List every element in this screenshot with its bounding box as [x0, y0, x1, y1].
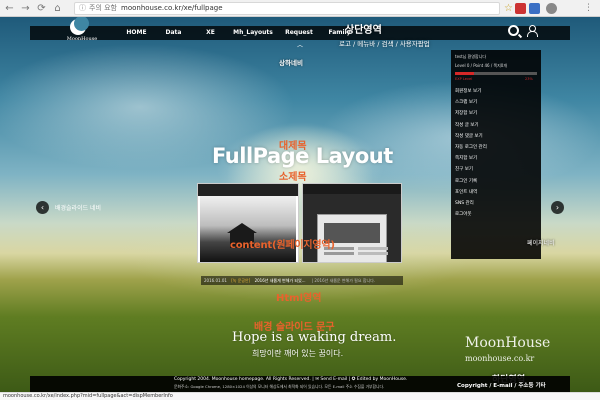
- bookmark-star-icon[interactable]: ☆: [503, 3, 514, 14]
- sub-nav-label: 상하네비: [279, 59, 303, 67]
- site-footer: Copyright 2004. Moonhouse homepage. All …: [30, 376, 570, 392]
- logo-text: MoonHouse: [66, 36, 98, 42]
- url-text: moonhouse.co.kr/xe/fullpage: [121, 4, 223, 12]
- user-menu-item-sns[interactable]: SNS 관리: [455, 198, 487, 209]
- user-popup-panel: test님 환영합니다 Level 0 / Point 46 / 쪽지0개 EX…: [451, 50, 541, 259]
- section-up-nav[interactable]: ︿: [288, 43, 312, 49]
- exp-progress-bar: [455, 72, 537, 75]
- search-icon[interactable]: [508, 25, 519, 36]
- bg-slide-nav-label: 배경슬라이드 네비: [55, 205, 102, 212]
- content-slide-2[interactable]: [302, 183, 402, 263]
- site-logo[interactable]: MoonHouse: [62, 17, 102, 47]
- menu-item-request[interactable]: Request: [277, 26, 321, 40]
- user-menu-item-scrap[interactable]: 스크랩 보기: [455, 97, 487, 108]
- hero-title: FullPage Layout: [212, 144, 393, 168]
- moon-logo-icon: [70, 17, 89, 35]
- slogan-korean: 희망이란 깨어 있는 꿈이다.: [252, 349, 344, 358]
- chevron-left-icon[interactable]: ‹: [36, 201, 49, 214]
- top-region-label: 상단영역: [345, 25, 382, 36]
- user-level: Level 0 / Point 46 / 쪽지0개: [455, 63, 508, 68]
- slide-image: [303, 194, 401, 262]
- user-icon[interactable]: [526, 25, 538, 37]
- small-heading-label: 소제목: [279, 172, 307, 183]
- ticker-text[interactable]: 2016년 새롭게 변해가 되었...: [255, 278, 306, 283]
- reload-icon[interactable]: ⟳: [36, 3, 47, 14]
- address-bar[interactable]: ⓘ 주의 요함 moonhouse.co.kr/xe/fullpage: [74, 2, 500, 15]
- slide-image: [200, 196, 296, 262]
- menu-item-mh-layouts[interactable]: Mh_Layouts: [229, 26, 277, 40]
- ticker-date: 2016.01.01: [204, 278, 227, 283]
- exp-percent: 23%: [525, 77, 533, 81]
- menu-item-xe[interactable]: XE: [192, 26, 229, 40]
- footer-copyright: Copyright 2004. Moonhouse homepage. All …: [174, 377, 408, 382]
- browser-status-bar: moonhouse.co.kr/xe/index.php?mid=fullpag…: [0, 392, 600, 400]
- notice-ticker[interactable]: 2016.01.01 [녹 운공안] 2016년 새롭게 변해가 되었... |…: [201, 276, 403, 285]
- menu-item-home[interactable]: HOME: [118, 26, 155, 40]
- page-nav-label: 페이지네비: [527, 240, 555, 247]
- user-menu-item-member-info[interactable]: 회원정보 보기: [455, 86, 487, 97]
- user-menu-item-auto-login[interactable]: 자동 로그인 관리: [455, 142, 487, 153]
- exp-progress-fill: [455, 72, 474, 75]
- home-icon[interactable]: ⌂: [52, 3, 63, 14]
- main-menu: HOME Data XE Mh_Layouts Request Family: [118, 26, 358, 40]
- ticker-tag: [녹 운공안]: [231, 278, 251, 283]
- top-region-sub-label: 로고 / 메뉴바 / 검색 / 사용자팝업: [339, 40, 430, 48]
- user-menu-item-friends[interactable]: 친구 보기: [455, 164, 487, 175]
- extension-icon[interactable]: [529, 3, 540, 14]
- exp-label: EXP Level: [455, 77, 473, 81]
- chevron-up-icon[interactable]: ︿: [288, 43, 312, 49]
- user-greeting: test님 환영합니다: [455, 54, 487, 59]
- slide-header: [303, 184, 401, 194]
- browser-toolbar: ← → ⟳ ⌂ ⓘ 주의 요함 moonhouse.co.kr/xe/fullpag…: [0, 0, 600, 17]
- content-area-label: content(원페이지영역): [230, 240, 335, 251]
- ticker-text-secondary[interactable]: | 2016년 새롭운 변해가 필요 합니다.: [312, 278, 375, 283]
- user-menu-item-saved[interactable]: 저장함 보기: [455, 108, 487, 119]
- top-nav-bar: HOME Data XE Mh_Layouts Request Family: [30, 26, 570, 40]
- user-menu-list: 회원정보 보기 스크랩 보기 저장함 보기 작성 글 보기 작성 댓글 보기 자…: [455, 86, 487, 220]
- user-menu-item-comments[interactable]: 작성 댓글 보기: [455, 131, 487, 142]
- user-menu-item-messages[interactable]: 쪽지함 보기: [455, 153, 487, 164]
- page-viewport: HOME Data XE Mh_Layouts Request Family M…: [0, 17, 600, 392]
- chevron-right-icon[interactable]: ›: [551, 201, 564, 214]
- back-icon[interactable]: ←: [4, 3, 15, 14]
- youtube-extension-icon[interactable]: [515, 3, 526, 14]
- footer-region-label: Copyright / E-mail / 주소등 기타: [457, 383, 546, 389]
- content-slide-1[interactable]: [197, 183, 299, 263]
- user-menu-item-points[interactable]: 포인트 내역: [455, 187, 487, 198]
- brand-url-watermark: moonhouse.co.kr: [465, 354, 535, 363]
- footer-notice: 문화주소: Google Chrome, 1280×1024 이상의 모니터 해…: [174, 384, 385, 389]
- menu-kebab-icon[interactable]: ⋮: [583, 3, 594, 14]
- html-area-label: Html영역: [276, 293, 322, 304]
- user-menu-item-logout[interactable]: 로그아웃: [455, 209, 487, 220]
- slogan-english: Hope is a waking dream.: [232, 330, 397, 345]
- info-icon[interactable]: ⓘ: [79, 4, 86, 12]
- security-label: 주의 요함: [89, 4, 117, 12]
- profile-icon[interactable]: [546, 3, 557, 14]
- forward-icon[interactable]: →: [20, 3, 31, 14]
- brand-watermark: MoonHouse: [465, 335, 551, 351]
- user-menu-item-login-history[interactable]: 로그인 기록: [455, 176, 487, 187]
- user-menu-item-posts[interactable]: 작성 글 보기: [455, 120, 487, 131]
- menu-item-data[interactable]: Data: [155, 26, 192, 40]
- slide-header: [198, 184, 298, 196]
